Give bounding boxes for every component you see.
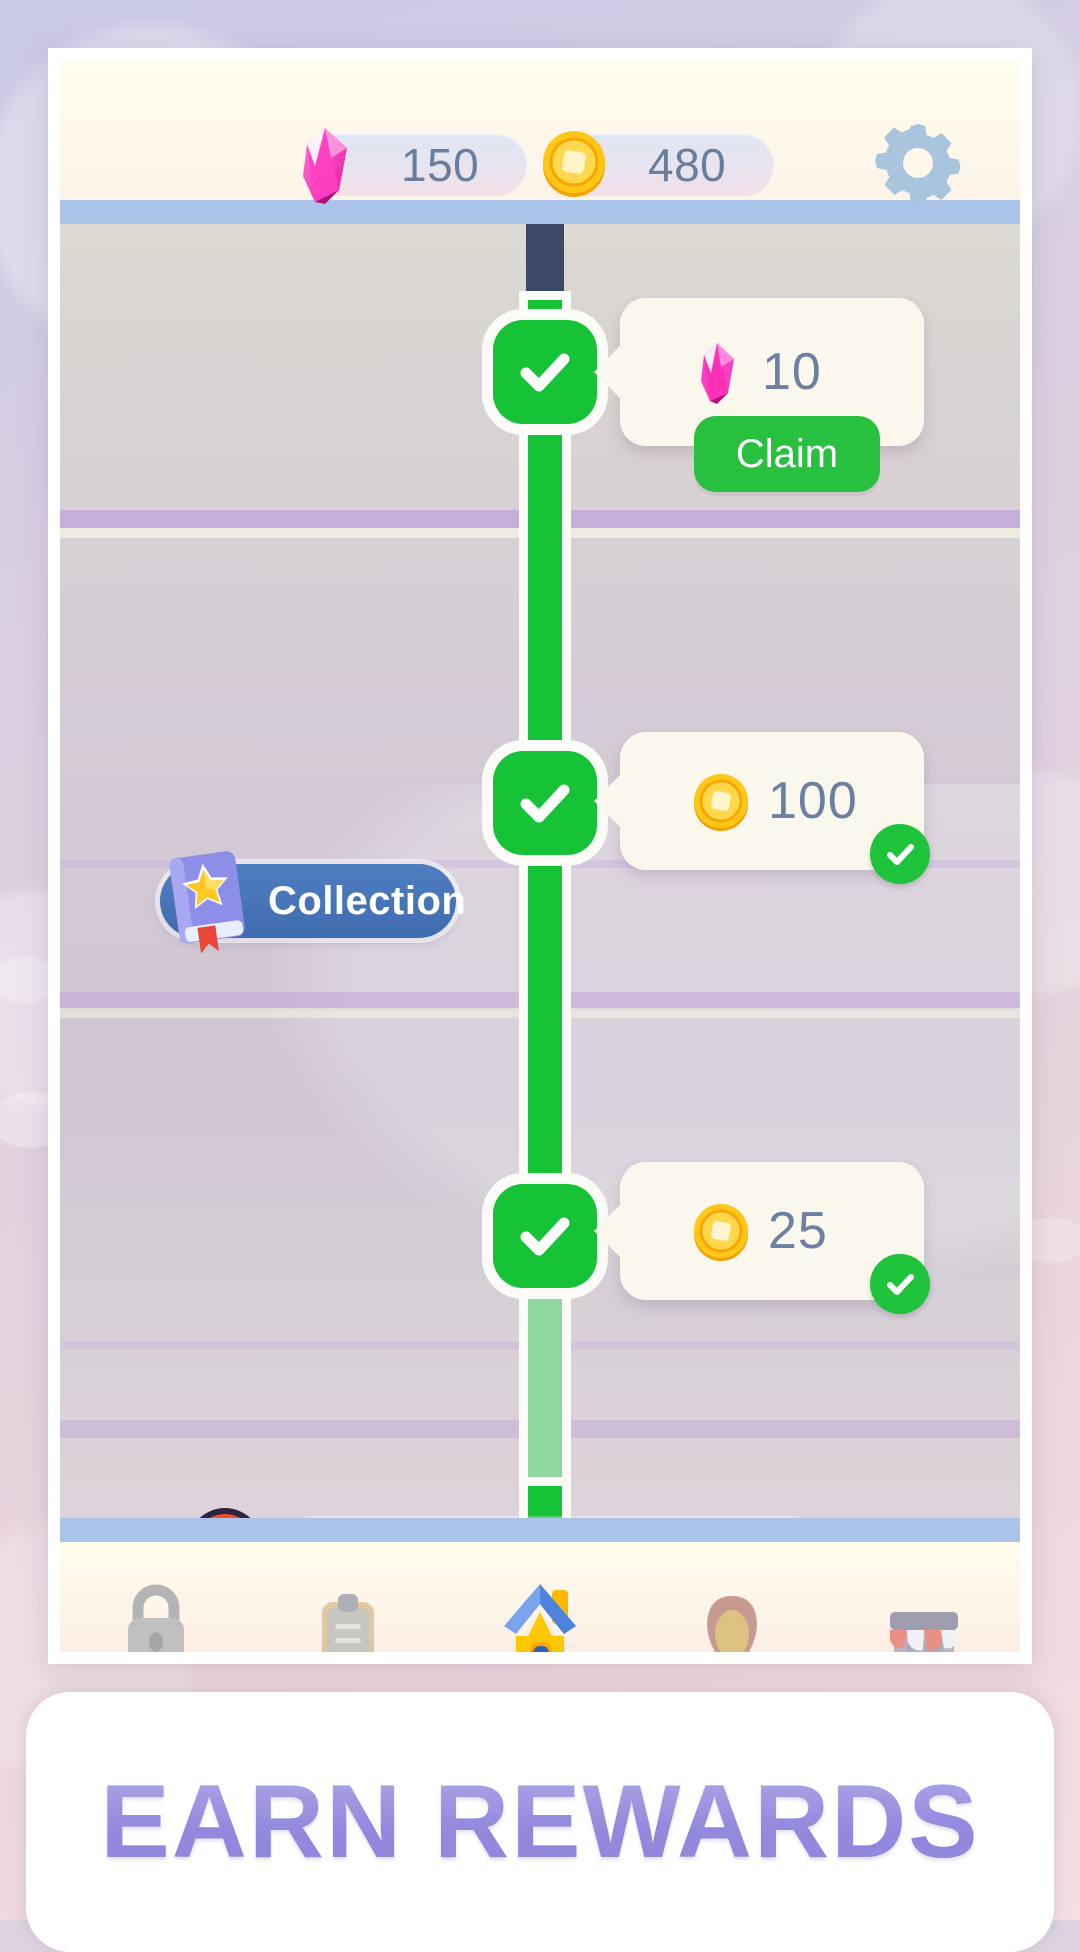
lock-icon [128, 1584, 184, 1652]
reward-amount: 10 [762, 343, 822, 401]
coin-icon [543, 131, 605, 197]
level-map: 10 Claim 100 25 Collection [60, 224, 1020, 1518]
gem-icon [303, 128, 347, 204]
house-icon [504, 1584, 576, 1652]
phone-frame: 150 480 10 Claim 100 25 Collection [48, 48, 1032, 1664]
nav-item-locked[interactable] [60, 1542, 252, 1652]
coin-count: 480 [648, 139, 727, 191]
check-icon [520, 784, 570, 823]
check-icon [887, 1274, 914, 1295]
clipboard-icon [322, 1594, 374, 1652]
claim-label: Claim [735, 431, 839, 476]
claim-button[interactable]: Claim [694, 416, 880, 492]
check-icon [887, 844, 914, 865]
gear-icon[interactable] [872, 118, 964, 210]
check-icon [520, 1217, 570, 1256]
play-button-halo [282, 1516, 822, 1518]
reward-amount: 25 [768, 1202, 828, 1260]
book-star-icon [169, 851, 245, 954]
nav-item-shop[interactable] [828, 1542, 1020, 1652]
progress-track [528, 1486, 562, 1518]
bottom-nav [60, 1542, 1020, 1652]
coin-counter[interactable]: 480 [543, 131, 774, 197]
nav-item-awards[interactable] [636, 1542, 828, 1652]
nav-item-home[interactable] [444, 1542, 636, 1652]
level-node[interactable] [493, 1184, 597, 1288]
top-hud: 150 480 [60, 60, 1020, 204]
reward-tooltip[interactable]: 25 [620, 1162, 930, 1314]
shop-icon [890, 1612, 958, 1652]
nav-divider [60, 1518, 1020, 1542]
earn-rewards-title: EARN REWARDS [100, 1763, 980, 1880]
quest-alert-badge: ! [194, 1514, 256, 1518]
reward-tooltip[interactable]: 100 [620, 732, 930, 884]
collection-button[interactable]: Collection [160, 851, 466, 954]
trophy-icon [707, 1596, 757, 1652]
check-icon [520, 353, 570, 392]
nav-item-tasks[interactable] [252, 1542, 444, 1652]
gem-counter[interactable]: 150 [303, 128, 527, 204]
coin-icon [694, 1204, 748, 1261]
reward-claimed-badge [870, 824, 930, 884]
reward-claimed-badge [870, 1254, 930, 1314]
gem-count: 150 [401, 139, 480, 191]
gem-icon [701, 343, 734, 404]
path-top-stub [526, 224, 564, 312]
game-screen: 150 480 10 Claim 100 25 Collection [60, 60, 1020, 1652]
reward-amount: 100 [768, 772, 858, 830]
level-node[interactable] [493, 751, 597, 855]
collection-label: Collection [268, 878, 467, 923]
earn-rewards-banner[interactable]: EARN REWARDS [26, 1692, 1054, 1952]
coin-icon [694, 774, 748, 831]
level-node[interactable] [493, 320, 597, 424]
